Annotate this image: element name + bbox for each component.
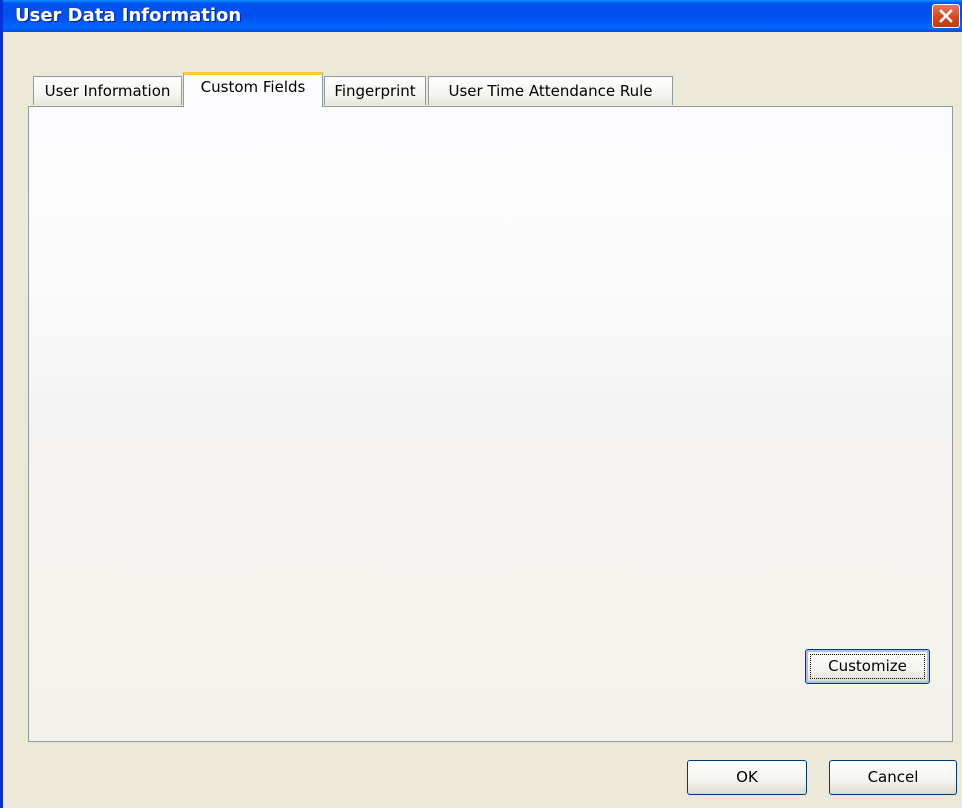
tab-custom-fields[interactable]: Custom Fields [183, 72, 323, 107]
tab-label: Fingerprint [334, 82, 416, 100]
tab-label: User Time Attendance Rule [448, 82, 653, 100]
tab-user-time-attendance-rule[interactable]: User Time Attendance Rule [428, 76, 673, 105]
tab-label: Custom Fields [200, 78, 306, 96]
focus-ring [810, 654, 925, 679]
cancel-label: Cancel [867, 768, 919, 786]
customize-button[interactable]: Customize [805, 649, 930, 684]
tab-fingerprint[interactable]: Fingerprint [324, 76, 426, 105]
ok-button[interactable]: OK [687, 760, 807, 795]
dialog-window: User Data Information User Information C… [0, 0, 962, 808]
cancel-button[interactable]: Cancel [829, 760, 957, 795]
tab-user-information[interactable]: User Information [33, 76, 182, 105]
ok-label: OK [736, 768, 758, 786]
close-icon [939, 9, 953, 23]
window-title: User Data Information [15, 5, 242, 26]
tab-label: User Information [44, 82, 171, 100]
title-bar[interactable]: User Data Information [3, 0, 962, 32]
close-button[interactable] [932, 4, 960, 28]
custom-fields-panel: Customize [28, 106, 953, 742]
